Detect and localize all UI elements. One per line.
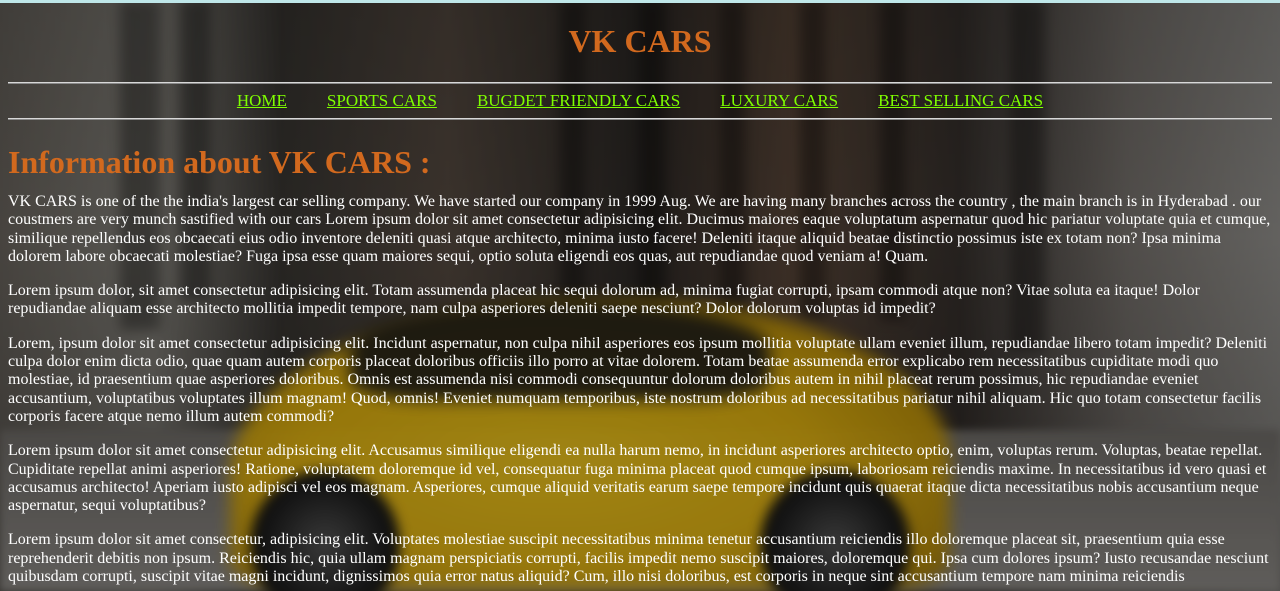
browser-top-edge	[0, 0, 1280, 3]
site-title: VK CARS	[568, 23, 712, 59]
nav-link-budget-friendly-cars[interactable]: BUGDET FRIENDLY CARS	[477, 91, 680, 111]
paragraph-5: Lorem ipsum dolor sit amet consectetur, …	[8, 531, 1269, 586]
nav-link-home[interactable]: HOME	[237, 91, 287, 111]
nav-link-sports-cars[interactable]: SPORTS CARS	[327, 91, 437, 111]
nav-link-luxury-cars[interactable]: LUXURY CARS	[720, 91, 838, 111]
paragraph-2: Lorem ipsum dolor, sit amet consectetur …	[8, 282, 1200, 318]
page-heading: Information about VK CARS :	[8, 144, 431, 180]
main-nav: HOME SPORTS CARS BUGDET FRIENDLY CARS LU…	[8, 84, 1272, 118]
page-content: VK CARS HOME SPORTS CARS BUGDET FRIENDLY…	[0, 0, 1280, 586]
paragraph-3: Lorem, ipsum dolor sit amet consectetur …	[8, 334, 1268, 425]
nav-bottom-divider	[8, 118, 1272, 120]
paragraph-4: Lorem ipsum dolor sit amet consectetur a…	[8, 442, 1267, 515]
nav-link-best-selling-cars[interactable]: BEST SELLING CARS	[878, 91, 1043, 111]
paragraph-company-info: VK CARS is one of the the india's larges…	[8, 193, 1271, 265]
